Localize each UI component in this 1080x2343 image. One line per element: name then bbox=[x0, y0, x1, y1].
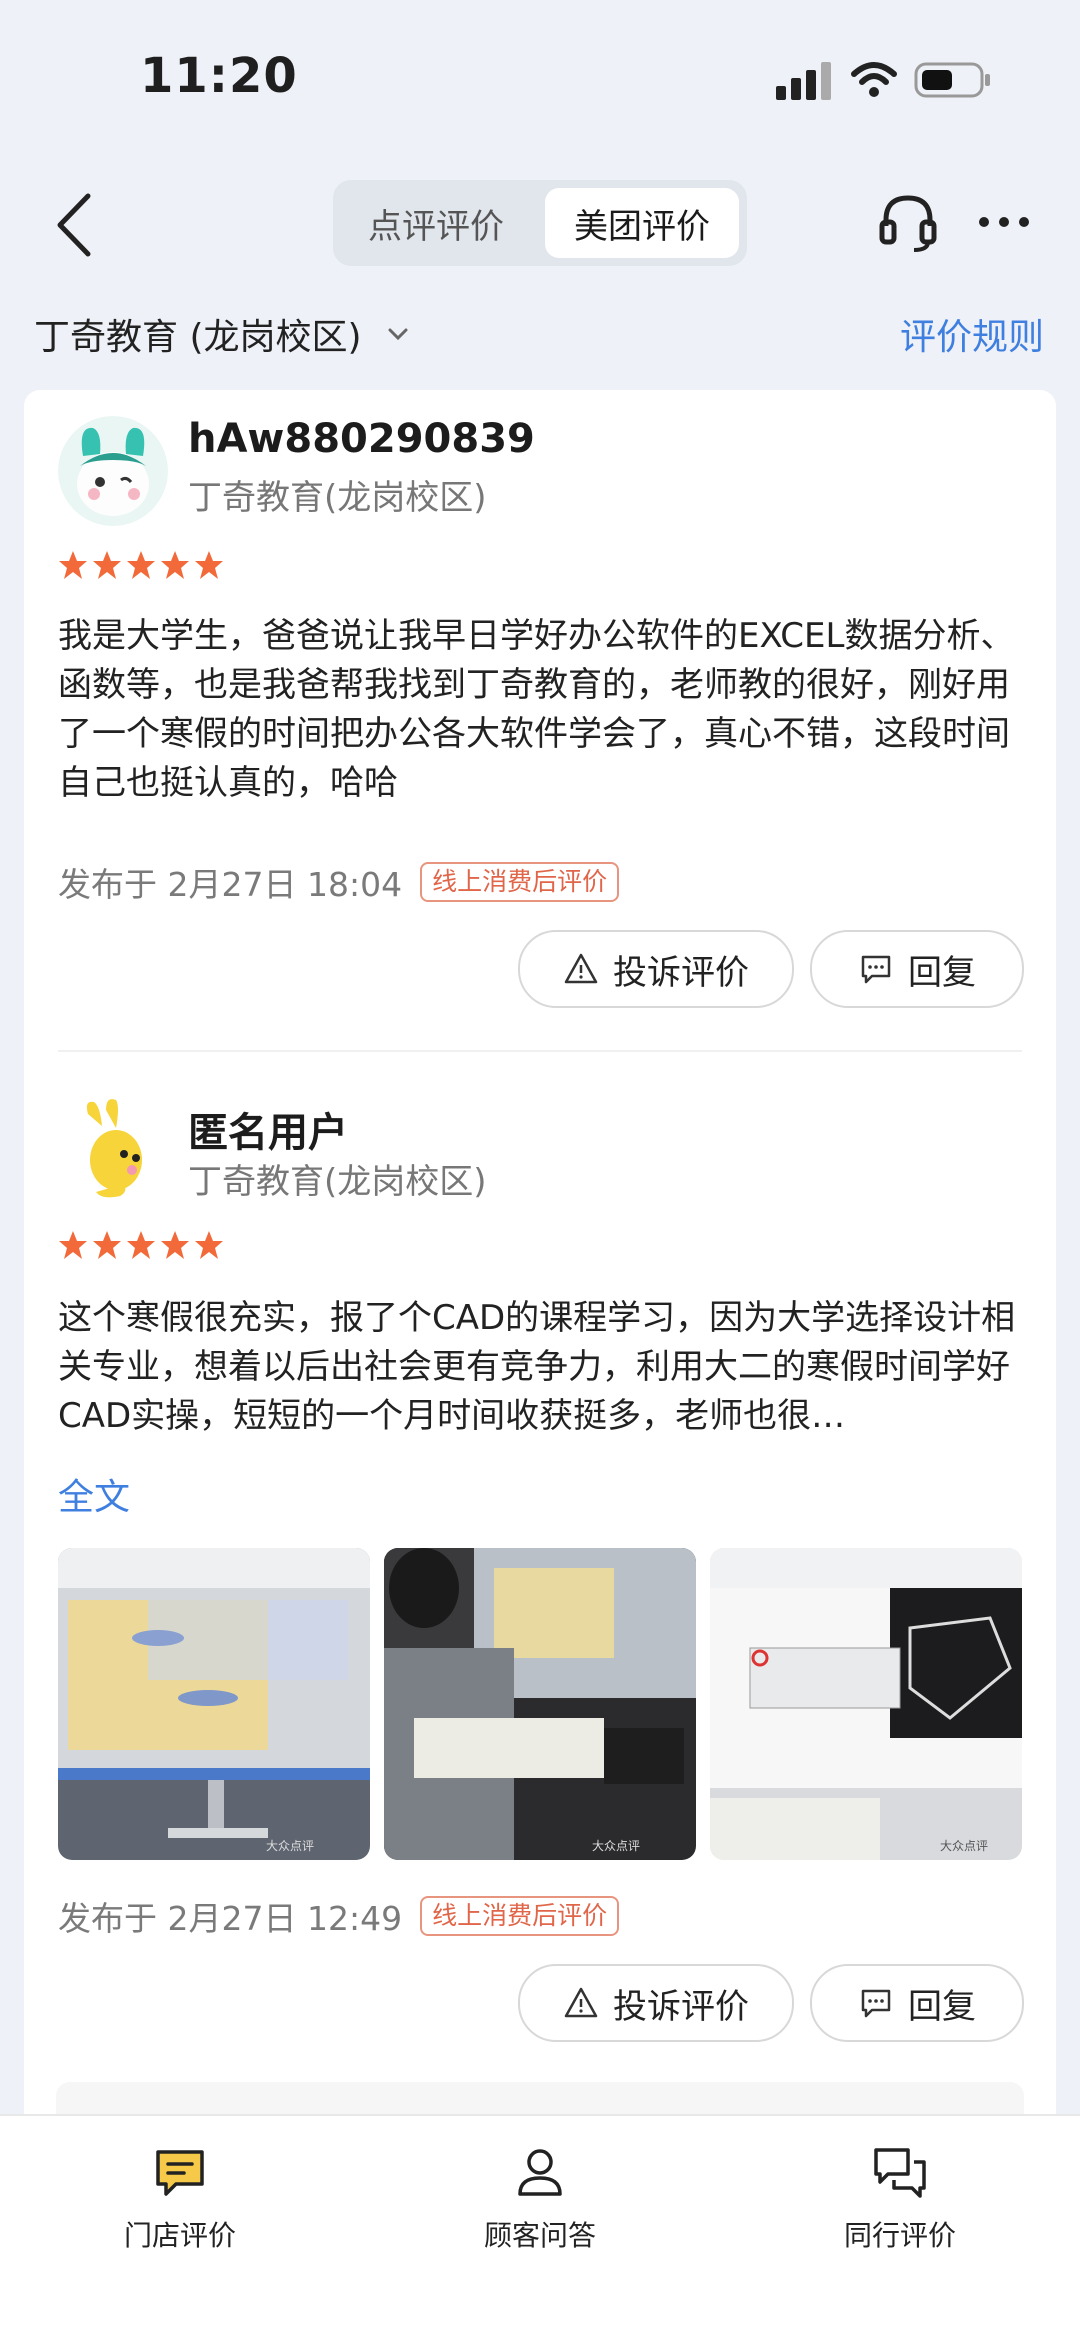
reviewed-shop: 丁奇教育(龙岗校区) bbox=[188, 1162, 487, 1202]
tab-label: 门店评价 bbox=[123, 2219, 236, 2252]
tab-peer-reviews[interactable]: 同行评价 bbox=[800, 2144, 1000, 2254]
review-meta: 发布于 2月27日 18:04 线上消费后评价 bbox=[58, 858, 620, 906]
star-icon bbox=[161, 1231, 189, 1259]
bunny-avatar-icon bbox=[58, 416, 168, 526]
star-icon bbox=[195, 551, 223, 579]
complain-review-button[interactable]: 投诉评价 bbox=[518, 1964, 794, 2042]
review-photo[interactable]: 大众点评 bbox=[384, 1548, 696, 1860]
divider bbox=[58, 1050, 1022, 1052]
watermark: 大众点评 bbox=[940, 1839, 988, 1853]
complain-review-button[interactable]: 投诉评价 bbox=[518, 930, 794, 1008]
star-icon bbox=[195, 1231, 223, 1259]
warning-icon bbox=[564, 953, 598, 984]
tab-store-reviews[interactable]: 门店评价 bbox=[80, 2144, 280, 2254]
cad-drawing-photo: 大众点评 bbox=[710, 1548, 1022, 1860]
comment-icon bbox=[861, 955, 891, 984]
avatar[interactable] bbox=[58, 1096, 168, 1206]
tab-label: 顾客问答 bbox=[483, 2219, 596, 2252]
battery-icon bbox=[914, 62, 990, 98]
tab-dianping-reviews[interactable]: 点评评价 bbox=[341, 188, 531, 258]
comment-icon bbox=[156, 2150, 204, 2196]
tab-meituan-reviews[interactable]: 美团评价 bbox=[545, 188, 739, 258]
read-full-text-link[interactable]: 全文 bbox=[58, 1468, 130, 1520]
star-icon bbox=[93, 551, 121, 579]
star-icon bbox=[93, 1231, 121, 1259]
review-source-tag: 线上消费后评价 bbox=[420, 862, 620, 902]
reply-button[interactable]: 回复 bbox=[810, 1964, 1024, 2042]
wifi-icon bbox=[851, 62, 897, 97]
publish-time: 发布于 2月27日 18:04 bbox=[58, 865, 403, 904]
complain-label: 投诉评价 bbox=[613, 1986, 749, 2027]
reviewer-name[interactable]: hAw880290839 bbox=[188, 416, 535, 462]
warning-icon bbox=[564, 1987, 598, 2018]
comment-icon bbox=[861, 1989, 891, 2018]
bottom-tab-bar: 门店评价 顾客问答 同行评价 bbox=[0, 2114, 1080, 2343]
reply-label: 回复 bbox=[908, 952, 976, 993]
customer-service-icon[interactable] bbox=[878, 192, 938, 254]
publish-time: 发布于 2月27日 12:49 bbox=[58, 1899, 403, 1938]
review-photo[interactable]: 大众点评 bbox=[710, 1548, 1022, 1860]
review-source-switch: 点评评价 美团评价 bbox=[333, 180, 747, 266]
watermark: 大众点评 bbox=[266, 1839, 314, 1853]
student-at-computer-photo: 大众点评 bbox=[384, 1548, 696, 1860]
complain-label: 投诉评价 bbox=[613, 952, 749, 993]
back-icon[interactable] bbox=[50, 190, 100, 260]
star-icon bbox=[59, 1231, 87, 1259]
review-content: 这个寒假很充实，报了个CAD的课程学习，因为大学选择设计相关专业，想着以后出社会… bbox=[58, 1298, 1016, 1436]
tab-customer-qa[interactable]: 顾客问答 bbox=[440, 2144, 640, 2254]
more-options-icon[interactable] bbox=[978, 210, 1030, 234]
cellular-signal-icon bbox=[776, 62, 831, 100]
review-meta: 发布于 2月27日 12:49 线上消费后评价 bbox=[58, 1892, 620, 1940]
chevron-down-icon[interactable] bbox=[386, 326, 410, 342]
review-rules-link[interactable]: 评价规则 bbox=[900, 308, 1044, 360]
reply-button[interactable]: 回复 bbox=[810, 930, 1024, 1008]
tab-label: 同行评价 bbox=[843, 2219, 956, 2252]
reviewer-name[interactable]: 匿名用户 bbox=[188, 1100, 348, 1158]
reviewed-shop: 丁奇教育(龙岗校区) bbox=[188, 478, 487, 518]
star-icon bbox=[161, 551, 189, 579]
star-rating bbox=[58, 550, 224, 580]
yellow-hand-avatar-icon bbox=[58, 1096, 168, 1206]
star-icon bbox=[127, 1231, 155, 1259]
cad-screen-photo: 大众点评 bbox=[58, 1548, 370, 1860]
star-icon bbox=[59, 551, 87, 579]
review-content: 我是大学生，爸爸说让我早日学好办公软件的EXCEL数据分析、函数等，也是我爸帮我… bbox=[58, 616, 1015, 803]
shop-selector[interactable]: 丁奇教育 (龙岗校区) bbox=[34, 308, 362, 360]
review-source-tag: 线上消费后评价 bbox=[420, 1896, 620, 1936]
person-icon bbox=[518, 2149, 562, 2196]
watermark: 大众点评 bbox=[592, 1839, 640, 1853]
status-time: 11:20 bbox=[140, 48, 298, 104]
review-photo[interactable]: 大众点评 bbox=[58, 1548, 370, 1860]
avatar[interactable] bbox=[58, 416, 168, 526]
star-icon bbox=[127, 551, 155, 579]
chat-bubbles-icon bbox=[874, 2148, 926, 2198]
review-list: hAw880290839 丁奇教育(龙岗校区) 我是大学生，爸爸说让我早日学好办… bbox=[24, 390, 1056, 2340]
reply-label: 回复 bbox=[908, 1986, 976, 2027]
star-rating bbox=[58, 1230, 224, 1260]
